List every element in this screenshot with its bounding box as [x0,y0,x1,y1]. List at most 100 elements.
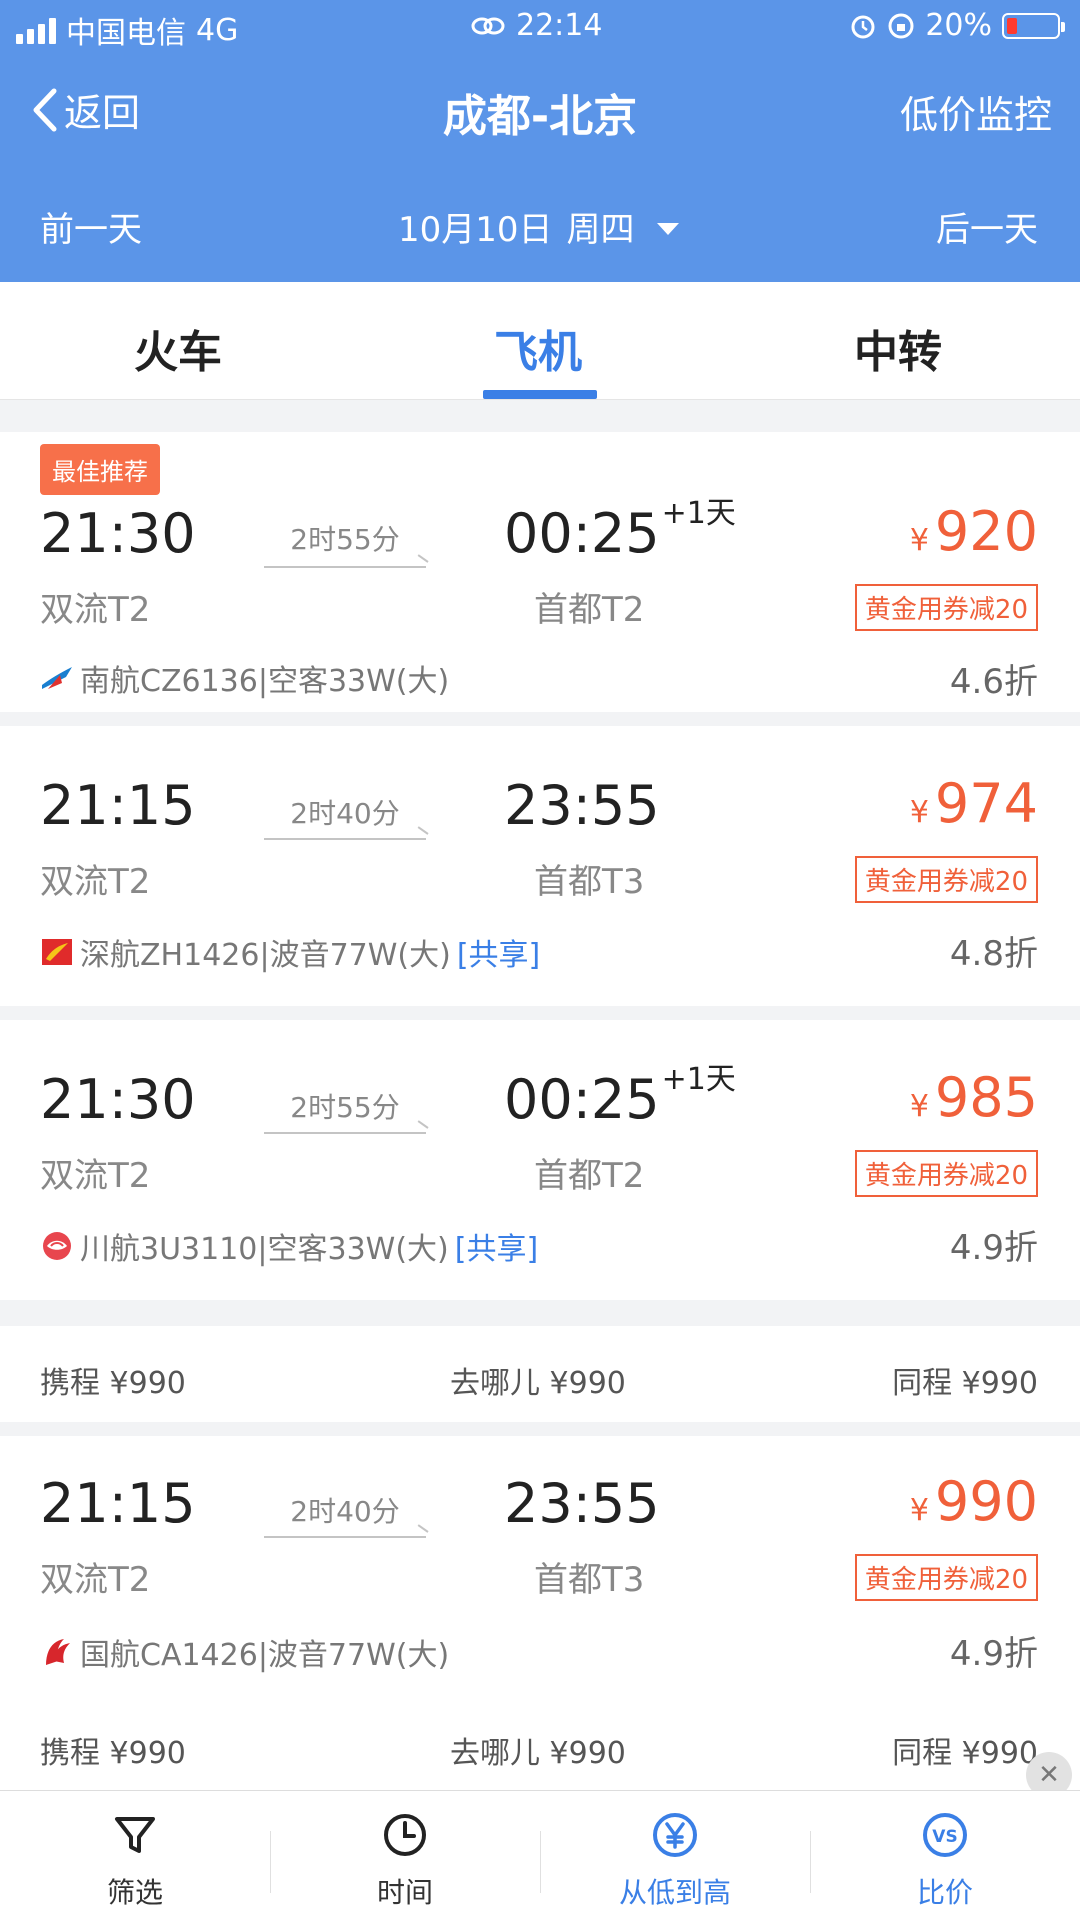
flight-duration: 2时40分 [290,1495,400,1528]
price-value: 985 [934,1066,1038,1129]
china-southern-logo-icon [42,667,72,689]
status-time: 22:14 [516,8,603,43]
status-bar: 中国电信 4G 22:14 20% [0,0,1080,52]
departure-airport: 双流T2 [40,1156,151,1196]
arrival-time-value: 23:55 [504,774,660,837]
next-day-marker: +1天 [661,496,736,531]
flight-card[interactable]: 21:15 2时40分 23:55 双流T2 首都T3 ¥974 黄金用券减20… [0,726,1080,1006]
filter-label: 筛选 [106,1876,163,1909]
caret-down-icon [656,222,679,235]
yen-sort-icon [653,1813,697,1857]
filter-button[interactable]: 筛选 [0,1811,270,1911]
qunar-price: 去哪儿 ¥990 [450,1736,626,1771]
next-day-button[interactable]: 后一天 [936,202,1038,251]
arrival-airport: 首都T3 [534,862,645,902]
arrival-time-value: 00:25 [504,502,660,565]
alarm-icon [851,15,875,38]
link-icon [471,17,505,34]
ly-price: 同程 ¥990 [892,1736,1038,1771]
compare-button[interactable]: VS 比价 [810,1811,1080,1911]
network-type: 4G [196,12,239,48]
clock-icon [384,1814,426,1856]
arrival-time: 00:25+1天 [504,1062,736,1131]
price-sort-label: 从低到高 [618,1876,731,1909]
arrow-right-icon [264,1132,426,1134]
qunar-price: 去哪儿 ¥990 [450,1366,626,1401]
price: ¥990 [910,1470,1038,1533]
coupon-tag: 黄金用券减20 [854,1150,1038,1197]
coupon-tag: 黄金用券减20 [854,1554,1038,1601]
carrier-name: 中国电信 [66,16,186,51]
airline-info: 川航3U3110|空客33W(大) [共享] [40,1224,538,1268]
discount-rate: 4.6折 [949,662,1038,702]
date-label: 10月10日 [398,210,553,250]
tab-train[interactable]: 火车 [134,316,222,380]
compare-label: 比价 [916,1876,973,1909]
flight-card[interactable]: 21:15 2时40分 23:55 双流T2 首都T3 ¥990 黄金用券减20… [0,1436,1080,1716]
flight-card[interactable]: 21:30 2时55分 00:25+1天 双流T2 首都T2 ¥985 黄金用券… [0,1020,1080,1300]
shenzhen-airlines-logo-icon [42,939,72,965]
best-recommend-badge: 最佳推荐 [40,444,160,495]
time-sort-button[interactable]: 时间 [270,1811,540,1911]
price-value: 974 [934,772,1038,835]
active-tab-indicator [483,390,597,399]
ctrip-price: 携程 ¥990 [40,1366,186,1401]
airline-info: 南航CZ6136|空客33W(大) [40,656,449,700]
weekday-label: 周四 [566,210,635,250]
discount-rate: 4.9折 [949,1228,1038,1268]
ctrip-price: 携程 ¥990 [40,1736,186,1771]
tab-flight[interactable]: 飞机 [494,316,582,380]
arrival-airport: 首都T2 [534,1156,645,1196]
price: ¥974 [910,772,1038,835]
airline-flight-text: 川航3U3110|空客33W(大) [80,1232,449,1267]
arrival-time-value: 00:25 [504,1068,660,1131]
codeshare-tag: [共享] [456,938,541,973]
svg-text:VS: VS [932,1827,957,1847]
rotation-lock-icon [888,13,914,38]
price-monitor-button[interactable]: 低价监控 [900,84,1052,139]
discount-rate: 4.9折 [949,1634,1038,1674]
currency-symbol: ¥ [909,523,929,558]
price: ¥920 [910,500,1038,563]
airline-flight-text: 国航CA1426|波音77W(大) [80,1638,450,1673]
date-bar: 前一天 10月10日 周四 后一天 [0,196,1080,256]
ly-price: 同程 ¥990 [892,1366,1038,1401]
air-china-logo-icon [46,1639,70,1665]
transport-tabs: 火车 飞机 中转 [0,282,1080,400]
price-compare-row[interactable]: 携程 ¥990 去哪儿 ¥990 同程 ¥990 [0,1326,1080,1422]
departure-time: 21:30 [40,502,196,565]
discount-rate: 4.8折 [949,934,1038,974]
flight-card[interactable]: 最佳推荐 21:30 2时55分 00:25+1天 双流T2 首都T2 ¥920… [0,432,1080,712]
arrow-right-icon [264,1536,426,1538]
price: ¥985 [910,1066,1038,1129]
arrival-time: 00:25+1天 [504,496,736,565]
coupon-tag: 黄金用券减20 [854,584,1038,631]
departure-time: 21:30 [40,1068,196,1131]
time-label: 时间 [376,1876,433,1909]
date-picker[interactable]: 10月10日 周四 [398,202,679,251]
price-value: 920 [934,500,1038,563]
price-compare-row[interactable]: 携程 ¥990 去哪儿 ¥990 同程 ¥990 [0,1696,1080,1792]
sichuan-airlines-logo-icon [43,1232,71,1260]
flight-duration: 2时55分 [290,1091,400,1124]
arrival-time-value: 23:55 [504,1472,660,1535]
tab-transfer[interactable]: 中转 [854,316,942,380]
arrow-right-icon [264,566,426,568]
price-value: 990 [934,1470,1038,1533]
departure-airport: 双流T2 [40,862,151,902]
departure-airport: 双流T2 [40,1560,151,1600]
bottom-toolbar: 筛选 时间 从低到高 VS 比价 [0,1790,1080,1920]
arrival-airport: 首都T2 [534,590,645,630]
departure-time: 21:15 [40,1472,196,1535]
codeshare-tag: [共享] [454,1232,539,1267]
prev-day-button[interactable]: 前一天 [40,202,142,251]
price-sort-button[interactable]: 从低到高 [540,1811,810,1911]
currency-symbol: ¥ [909,1493,929,1528]
flight-duration: 2时55分 [290,523,400,556]
airline-info: 深航ZH1426|波音77W(大) [共享] [40,930,540,974]
currency-symbol: ¥ [909,1089,929,1124]
nav-bar: 返回 成都-北京 低价监控 [0,70,1080,150]
flight-duration: 2时40分 [290,797,400,830]
currency-symbol: ¥ [909,795,929,830]
departure-time: 21:15 [40,774,196,837]
